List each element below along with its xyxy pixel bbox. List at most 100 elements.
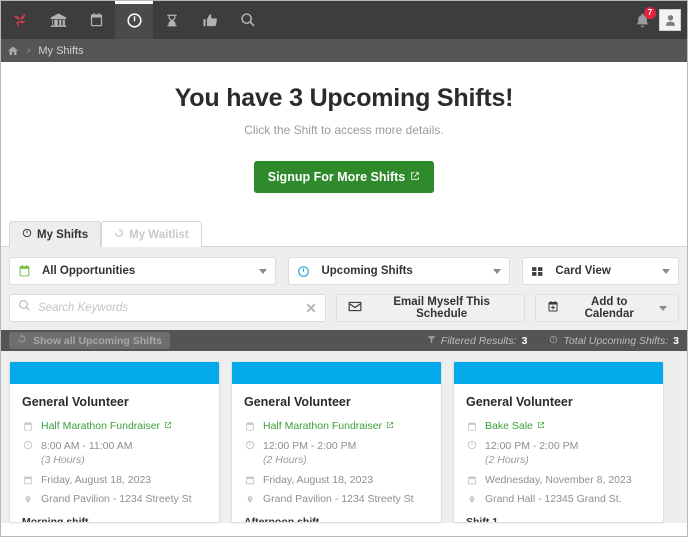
email-schedule-button[interactable]: Email Myself This Schedule	[335, 294, 526, 322]
calendar-date-icon	[22, 474, 33, 486]
add-to-calendar-button[interactable]: Add to Calendar	[535, 294, 679, 322]
breadcrumb-current: My Shifts	[38, 44, 84, 57]
card-title: General Volunteer	[466, 395, 573, 409]
card-time-block: 8:00 AM - 11:00 AM (3 Hours)	[41, 439, 132, 467]
hourglass-icon[interactable]	[153, 1, 191, 39]
show-all-upcoming-shifts-button[interactable]: Show all Upcoming Shifts	[9, 332, 170, 349]
external-link-icon	[164, 420, 172, 432]
shift-card[interactable]: General Volunteer Half Marathon Fundrais…	[231, 361, 442, 523]
search-action-row: ✕ Email Myself This Schedule Add to Cale…	[9, 294, 679, 322]
card-opportunity-link[interactable]: Half Marathon Fundraiser	[41, 420, 172, 432]
logo-pinwheel-icon[interactable]	[1, 1, 39, 39]
calendar-icon	[18, 264, 42, 278]
shift-status-filter-dropdown[interactable]: Upcoming Shifts	[288, 257, 511, 285]
total-shifts-value: 3	[673, 334, 679, 347]
card-duration-value: (2 Hours)	[263, 454, 307, 467]
card-location-value: Grand Pavilion - 1234 Streety St	[263, 493, 414, 506]
calendar-plus-icon	[547, 300, 559, 316]
bank-icon[interactable]	[39, 1, 77, 39]
tab-my-waitlist-label: My Waitlist	[129, 228, 189, 241]
clock-icon[interactable]	[115, 1, 153, 39]
calendar-icon	[466, 420, 477, 432]
filter-dropdown-row: All Opportunities Upcoming Shifts Card V…	[9, 257, 679, 285]
card-shift-name: Morning shift	[22, 516, 89, 523]
card-duration-value: (2 Hours)	[485, 454, 529, 467]
card-time-value: 8:00 AM - 11:00 AM	[41, 440, 133, 452]
app-window: 7 › My Shifts You have 3 Upcoming Shifts…	[0, 0, 688, 537]
grid-view-icon	[531, 265, 555, 278]
card-time-value: 12:00 PM - 2:00 PM	[485, 440, 579, 452]
breadcrumb: › My Shifts	[1, 39, 687, 62]
card-body: General Volunteer Half Marathon Fundrais…	[10, 384, 219, 505]
card-opportunity-link[interactable]: Half Marathon Fundraiser	[263, 420, 394, 432]
card-time-row: 12:00 PM - 2:00 PM (2 Hours)	[466, 439, 651, 467]
card-time-row: 8:00 AM - 11:00 AM (3 Hours)	[22, 439, 207, 467]
card-shift-name: Shift 1	[466, 516, 499, 523]
view-mode-dropdown[interactable]: Card View	[522, 257, 679, 285]
card-time-row: 12:00 PM - 2:00 PM (2 Hours)	[244, 439, 429, 467]
refresh-icon	[17, 334, 27, 347]
card-time-block: 12:00 PM - 2:00 PM (2 Hours)	[485, 439, 578, 467]
signup-for-more-shifts-button[interactable]: Signup For More Shifts	[253, 161, 435, 193]
total-shifts-label: Total Upcoming Shifts:	[563, 334, 669, 347]
calendar-date-icon	[244, 474, 255, 486]
search-icon[interactable]	[229, 1, 267, 39]
clock-icon	[466, 439, 477, 450]
view-mode-value: Card View	[555, 265, 611, 277]
add-to-calendar-label: Add to Calendar	[584, 296, 634, 320]
calendar-icon[interactable]	[77, 1, 115, 39]
card-shift-name: Afternoon shift	[244, 516, 320, 523]
map-pin-icon	[22, 493, 33, 505]
opportunity-filter-value: All Opportunities	[42, 265, 136, 277]
filtered-results-status: Filtered Results: 3	[427, 334, 528, 347]
chevron-down-icon	[259, 268, 268, 274]
hero-section: You have 3 Upcoming Shifts! Click the Sh…	[1, 62, 687, 217]
card-time-value: 12:00 PM - 2:00 PM	[263, 440, 357, 452]
card-opportunity-label: Bake Sale	[485, 420, 533, 432]
card-opportunity-row: Half Marathon Fundraiser	[22, 420, 207, 432]
shift-card[interactable]: General Volunteer Half Marathon Fundrais…	[9, 361, 220, 523]
search-container[interactable]: ✕	[9, 294, 326, 322]
clock-icon	[22, 228, 32, 241]
shift-card[interactable]: General Volunteer Bake Sale 12:00 PM - 2…	[453, 361, 664, 523]
clear-search-icon[interactable]: ✕	[305, 301, 317, 315]
card-date-row: Wednesday, November 8, 2023	[466, 474, 651, 486]
calendar-date-icon	[466, 474, 477, 486]
avatar[interactable]	[659, 9, 681, 31]
card-location-row: Grand Hall - 12345 Grand St.	[466, 493, 651, 505]
clock-icon	[244, 439, 255, 450]
card-location-row: Grand Pavilion - 1234 Streety St	[22, 493, 207, 505]
search-input[interactable]	[38, 302, 306, 314]
filtered-results-value: 3	[521, 334, 528, 347]
card-opportunity-row: Half Marathon Fundraiser	[244, 420, 429, 432]
external-link-icon	[537, 420, 545, 432]
external-link-icon	[386, 420, 394, 432]
card-header-bar	[232, 362, 441, 384]
card-duration-value: (3 Hours)	[41, 454, 85, 467]
chevron-down-icon	[662, 268, 670, 274]
calendar-icon	[22, 420, 33, 432]
calendar-icon	[244, 420, 255, 432]
email-schedule-label: Email Myself This Schedule	[393, 296, 490, 320]
page-subtitle: Click the Shift to access more details.	[244, 123, 444, 137]
card-opportunity-label: Half Marathon Fundraiser	[41, 420, 161, 432]
map-pin-icon	[466, 493, 477, 505]
chevron-down-icon	[493, 268, 502, 274]
card-date-value: Friday, August 18, 2023	[263, 474, 374, 487]
tab-my-shifts-label: My Shifts	[37, 228, 89, 241]
chevron-down-icon	[659, 305, 667, 311]
opportunity-filter-dropdown[interactable]: All Opportunities	[9, 257, 277, 285]
filter-toolbar: All Opportunities Upcoming Shifts Card V…	[1, 247, 687, 330]
external-link-icon	[410, 170, 420, 184]
breadcrumb-home-icon[interactable]	[7, 45, 19, 57]
tab-my-waitlist[interactable]: My Waitlist	[101, 221, 202, 247]
nav-right-group: 7	[627, 1, 687, 39]
clock-icon	[549, 335, 558, 347]
card-title: General Volunteer	[244, 395, 351, 409]
card-time-block: 12:00 PM - 2:00 PM (2 Hours)	[263, 439, 356, 467]
thumbs-up-icon[interactable]	[191, 1, 229, 39]
notifications-bell-icon[interactable]: 7	[627, 1, 657, 39]
tab-my-shifts[interactable]: My Shifts	[9, 221, 102, 247]
card-opportunity-link[interactable]: Bake Sale	[485, 420, 545, 432]
